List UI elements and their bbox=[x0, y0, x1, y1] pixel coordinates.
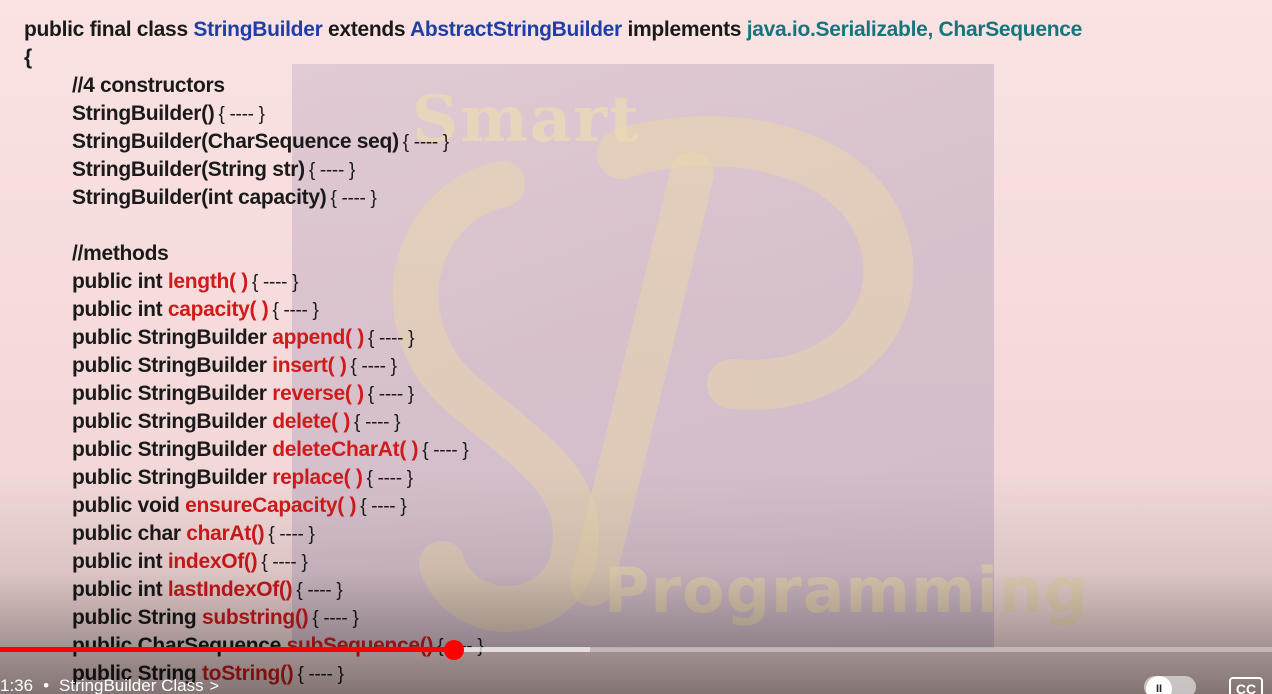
method-line: public void ensureCapacity( ){ ---- } bbox=[72, 492, 407, 520]
constructor-signature: StringBuilder(int capacity) bbox=[72, 186, 327, 209]
method-return: public int bbox=[72, 270, 168, 293]
time-chapter-row: 1:36 • StringBuilder Class > bbox=[0, 676, 219, 694]
method-name: delete( ) bbox=[272, 410, 351, 433]
method-return: public char bbox=[72, 522, 187, 545]
pause-icon: II bbox=[1146, 676, 1172, 694]
method-line: public String substring(){ ---- } bbox=[72, 604, 359, 632]
method-line: public StringBuilder append( ){ ---- } bbox=[72, 324, 414, 352]
method-return: public StringBuilder bbox=[72, 326, 273, 349]
constructor-signature: StringBuilder() bbox=[72, 102, 215, 125]
method-name: length( ) bbox=[167, 270, 248, 293]
method-line: public StringBuilder delete( ){ ---- } bbox=[72, 408, 401, 436]
constructor-line: StringBuilder(int capacity){ ---- } bbox=[72, 184, 377, 212]
method-name: lastIndexOf() bbox=[167, 578, 293, 601]
method-return: public StringBuilder bbox=[72, 438, 273, 461]
chapter-title-button[interactable]: StringBuilder Class bbox=[59, 676, 204, 694]
method-body: { ---- } bbox=[272, 300, 319, 321]
constructor-line: StringBuilder(CharSequence seq){ ---- } bbox=[72, 128, 449, 156]
progress-scrubber-handle[interactable] bbox=[444, 640, 465, 660]
video-frame[interactable]: Smart Programming public final class Str… bbox=[0, 0, 1272, 694]
method-name: charAt() bbox=[186, 522, 265, 545]
method-line: public int length( ){ ---- } bbox=[72, 268, 298, 296]
method-name: ensureCapacity( ) bbox=[185, 494, 357, 517]
watermark-programming-text: Programming bbox=[604, 554, 1090, 627]
progress-bar[interactable] bbox=[0, 647, 1272, 652]
method-body: { ---- } bbox=[360, 496, 407, 517]
method-body: { ---- } bbox=[312, 608, 359, 629]
method-return: public StringBuilder bbox=[72, 354, 273, 377]
method-body: { ---- } bbox=[366, 468, 413, 489]
method-line: public int capacity( ){ ---- } bbox=[72, 296, 319, 324]
method-name: reverse( ) bbox=[272, 382, 364, 405]
method-body: { ---- } bbox=[422, 440, 469, 461]
class-name: StringBuilder bbox=[193, 18, 323, 41]
open-brace: { bbox=[24, 46, 32, 69]
captions-button[interactable]: CC bbox=[1229, 677, 1263, 694]
method-return: public int bbox=[72, 550, 168, 573]
method-line: public StringBuilder replace( ){ ---- } bbox=[72, 464, 413, 492]
constructor-body: { ---- } bbox=[218, 104, 265, 125]
method-body: { ---- } bbox=[368, 328, 415, 349]
chevron-right-icon[interactable]: > bbox=[210, 677, 219, 694]
method-return: public int bbox=[72, 298, 168, 321]
method-return: public StringBuilder bbox=[72, 410, 273, 433]
method-body: { ---- } bbox=[296, 580, 343, 601]
constructor-body: { ---- } bbox=[308, 160, 356, 181]
implements-keyword: implements bbox=[621, 18, 747, 41]
methods-comment: //methods bbox=[72, 242, 169, 265]
method-name: capacity( ) bbox=[167, 298, 269, 321]
current-time: 1:36 bbox=[0, 676, 34, 694]
method-return: public String bbox=[72, 606, 202, 629]
method-name: insert( ) bbox=[272, 354, 347, 377]
method-return: public CharSequence bbox=[72, 634, 287, 657]
interfaces-list: java.io.Serializable, CharSequence bbox=[746, 18, 1083, 41]
method-name: replace( ) bbox=[272, 466, 363, 489]
extends-keyword: extends bbox=[322, 18, 411, 41]
constructor-signature: StringBuilder(String str) bbox=[72, 158, 305, 181]
constructor-line: StringBuilder(String str){ ---- } bbox=[72, 156, 355, 184]
method-line: public CharSequence subSequence(){ ---- … bbox=[72, 632, 484, 660]
method-body: { ---- } bbox=[261, 552, 308, 573]
autoplay-toggle[interactable]: II bbox=[1144, 676, 1196, 694]
method-body: { ---- } bbox=[354, 412, 401, 433]
method-line: public StringBuilder reverse( ){ ---- } bbox=[72, 380, 414, 408]
method-body: { ---- } bbox=[297, 664, 344, 685]
method-line: public int lastIndexOf(){ ---- } bbox=[72, 576, 343, 604]
method-body: { ---- } bbox=[268, 524, 315, 545]
method-name: append( ) bbox=[272, 326, 365, 349]
constructor-body: { ---- } bbox=[330, 188, 377, 209]
constructors-comment: //4 constructors bbox=[72, 74, 225, 97]
method-name: deleteCharAt( ) bbox=[272, 438, 419, 461]
method-return: public int bbox=[72, 578, 168, 601]
class-declaration: public final class StringBuilder extends… bbox=[24, 16, 1082, 44]
method-body: { ---- } bbox=[251, 272, 299, 293]
method-line: public StringBuilder deleteCharAt( ){ --… bbox=[72, 436, 469, 464]
method-return: public StringBuilder bbox=[72, 466, 273, 489]
method-return: public StringBuilder bbox=[72, 382, 273, 405]
constructor-signature: StringBuilder(CharSequence seq) bbox=[72, 130, 399, 153]
separator-dot: • bbox=[43, 676, 50, 694]
method-return: public void bbox=[72, 494, 186, 517]
method-line: public StringBuilder insert( ){ ---- } bbox=[72, 352, 397, 380]
progress-played bbox=[0, 647, 455, 652]
method-line: public int indexOf(){ ---- } bbox=[72, 548, 308, 576]
method-name: subSequence() bbox=[286, 634, 434, 657]
class-decl-prefix: public final class bbox=[24, 18, 194, 41]
constructor-line: StringBuilder(){ ---- } bbox=[72, 100, 265, 128]
method-body: { ---- } bbox=[367, 384, 414, 405]
constructor-body: { ---- } bbox=[402, 132, 449, 153]
parent-class-name: AbstractStringBuilder bbox=[410, 18, 622, 41]
method-line: public char charAt(){ ---- } bbox=[72, 520, 315, 548]
method-body: { ---- } bbox=[350, 356, 397, 377]
method-name: substring() bbox=[201, 606, 309, 629]
method-name: indexOf() bbox=[167, 550, 258, 573]
